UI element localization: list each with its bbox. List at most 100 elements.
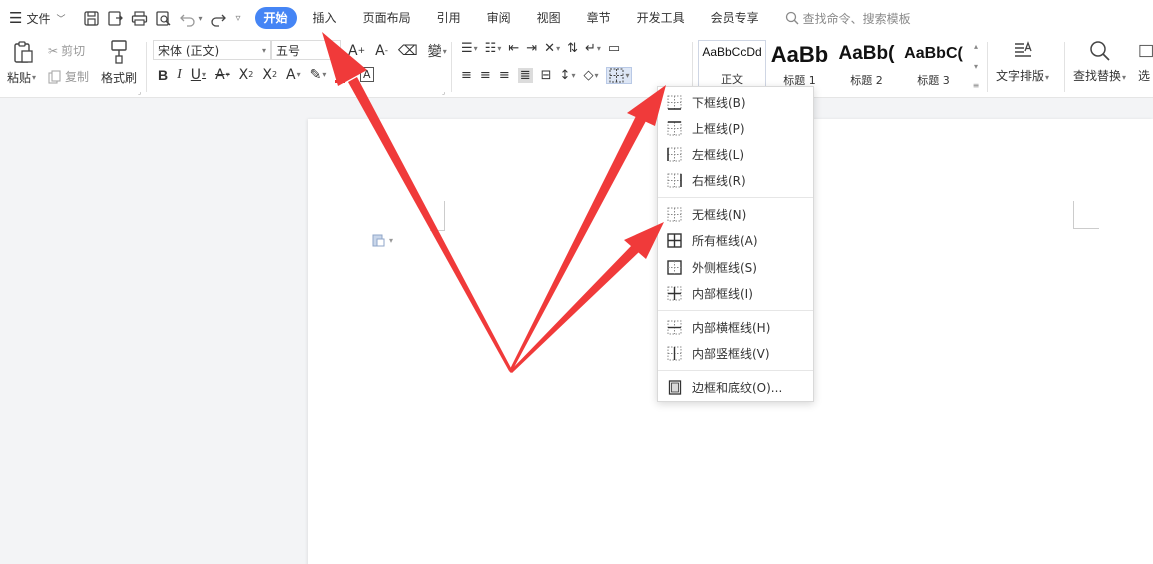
scroll-up-icon[interactable]: ▴: [974, 42, 978, 51]
menu-item-left-border[interactable]: 左框线(L): [658, 141, 813, 167]
format-painter-button[interactable]: 格式刷: [101, 69, 137, 86]
find-replace-button[interactable]: 查找替换▾: [1073, 39, 1126, 84]
divider: [692, 42, 693, 92]
scroll-down-icon[interactable]: ▾: [974, 62, 978, 71]
menu-item-label: 内部框线(I): [692, 287, 753, 301]
print-icon[interactable]: [131, 10, 148, 27]
paste-options-button[interactable]: ▾: [371, 233, 393, 247]
table-tools-icon[interactable]: ▭: [608, 41, 620, 56]
font-name-select[interactable]: 宋体 (正文) ▾: [153, 40, 271, 60]
customize-toolbar-icon[interactable]: ▿: [236, 13, 241, 24]
style-normal[interactable]: AaBbCcDd 正文: [698, 40, 766, 90]
chinese-layout-icon[interactable]: ✕ ▾: [544, 41, 560, 56]
tab-insert[interactable]: 插入: [303, 7, 347, 29]
align-right-icon[interactable]: ≡: [499, 68, 510, 83]
group-corner-icon[interactable]: ⌟: [442, 88, 445, 96]
italic-icon[interactable]: I: [177, 67, 182, 83]
tab-review[interactable]: 审阅: [477, 7, 521, 29]
font-size-select[interactable]: 五号 ▾: [271, 40, 341, 60]
text-effect-icon[interactable]: A ▾: [286, 67, 301, 83]
divider: [451, 42, 452, 92]
phonetic-guide-icon[interactable]: 變 ▾: [428, 41, 447, 61]
line-spacing-icon[interactable]: ↕ ▾: [560, 68, 576, 83]
subscript-icon[interactable]: X2: [262, 67, 277, 83]
menu-item-inside-vertical-border[interactable]: 内部竖框线(V): [658, 340, 813, 366]
style-heading-1[interactable]: AaBb 标题 1: [766, 40, 833, 90]
font-name-value: 宋体 (正文): [158, 43, 220, 58]
tab-view[interactable]: 视图: [527, 7, 571, 29]
menu-item-inside-horizontal-border[interactable]: 内部横框线(H): [658, 314, 813, 340]
align-center-icon[interactable]: ≡: [480, 68, 491, 83]
decrease-indent-icon[interactable]: ⇤: [508, 41, 519, 56]
bullets-icon[interactable]: ☰ ▾: [461, 41, 478, 56]
font-color-dropdown-icon[interactable]: ▾: [347, 70, 351, 79]
highlight-icon[interactable]: ✎ ▾: [310, 67, 327, 83]
cut-button[interactable]: ✂ 剪切: [48, 42, 85, 59]
menu-item-outside-borders[interactable]: 外侧框线(S): [658, 254, 813, 280]
tab-references[interactable]: 引用: [427, 7, 471, 29]
tab-page-layout[interactable]: 页面布局: [353, 7, 421, 29]
format-painter-icon[interactable]: [108, 39, 130, 65]
underline-icon[interactable]: U ▾: [191, 67, 206, 83]
print-preview-icon[interactable]: [155, 10, 172, 27]
copy-button[interactable]: 复制: [48, 68, 89, 85]
numbering-icon[interactable]: ☷ ▾: [485, 41, 502, 56]
redo-icon[interactable]: [210, 10, 227, 27]
undo-icon[interactable]: [179, 10, 196, 27]
alignment-row: ≡ ≡ ≡ ≣ ⊟ ↕ ▾ ◇ ▾ ▾: [461, 67, 633, 84]
show-marks-icon[interactable]: ↵ ▾: [585, 41, 601, 56]
save-icon[interactable]: [83, 10, 100, 27]
borders-button[interactable]: ▾: [606, 67, 633, 84]
cut-label: 剪切: [61, 44, 86, 58]
increase-indent-icon[interactable]: ⇥: [526, 41, 537, 56]
decrease-font-size-icon[interactable]: A-: [375, 43, 388, 59]
tab-sections[interactable]: 章节: [577, 7, 621, 29]
chevron-down-icon: ▾: [389, 235, 394, 245]
ribbon-home: 粘贴 ▾ ✂ 剪切 复制 格式刷 ⌟ 宋体 (正文) ▾ 五号 ▾ A + A- ⌫…: [0, 36, 1153, 98]
bold-icon[interactable]: B: [158, 67, 168, 83]
tab-home[interactable]: 开始: [254, 7, 297, 29]
align-left-icon[interactable]: ≡: [461, 68, 472, 83]
menu-item-label: 下框线(B): [692, 96, 746, 110]
paste-icon[interactable]: [11, 40, 35, 64]
tab-developer[interactable]: 开发工具: [627, 7, 695, 29]
menu-item-no-border[interactable]: 无框线(N): [658, 201, 813, 227]
superscript-icon[interactable]: X2: [239, 67, 254, 83]
character-border-icon[interactable]: A: [359, 67, 374, 82]
font-size-value: 五号: [276, 43, 301, 58]
distributed-icon[interactable]: ⊟: [541, 68, 552, 83]
file-menu[interactable]: ☰ 文件 ﹀: [9, 10, 65, 27]
shading-icon[interactable]: ◇ ▾: [583, 68, 598, 83]
menu-item-top-border[interactable]: 上框线(P): [658, 115, 813, 141]
increase-font-size-icon[interactable]: A +: [348, 43, 365, 59]
expand-gallery-icon[interactable]: ≡: [973, 81, 980, 90]
style-heading-3[interactable]: AaBbC( 标题 3: [900, 40, 967, 90]
strikethrough-icon[interactable]: A ▾: [215, 67, 230, 83]
select-button[interactable]: 选: [1138, 39, 1153, 84]
justify-icon[interactable]: ≣: [517, 68, 533, 83]
style-heading-2[interactable]: AaBb( 标题 2: [833, 40, 900, 90]
styles-scroll[interactable]: ▴ ▾ ≡: [970, 42, 982, 90]
menu-item-label: 所有框线(A): [692, 234, 758, 248]
sort-icon[interactable]: ⇅: [567, 41, 578, 56]
command-search[interactable]: 查找命令、搜索模板: [785, 10, 911, 27]
font-color-icon[interactable]: A: [335, 66, 345, 83]
undo-dropdown-icon[interactable]: ▾: [198, 14, 202, 23]
menu-item-all-borders[interactable]: 所有框线(A): [658, 227, 813, 253]
text-layout-icon: [1014, 41, 1032, 57]
export-pdf-icon[interactable]: [107, 10, 124, 27]
paste-button[interactable]: 粘贴 ▾: [7, 69, 36, 86]
tab-member[interactable]: 会员专享: [701, 7, 769, 29]
borders-icon: [609, 68, 624, 83]
group-corner-icon[interactable]: ⌟: [138, 88, 141, 96]
select-icon: [1139, 44, 1153, 58]
menu-item-bottom-border[interactable]: 下框线(B): [658, 89, 813, 115]
text-layout-button[interactable]: 文字排版▾: [996, 39, 1049, 84]
clear-formatting-icon[interactable]: ⌫: [398, 43, 418, 59]
borders-and-shading-icon: [668, 380, 682, 395]
copy-icon: [48, 69, 62, 84]
menu-item-right-border[interactable]: 右框线(R): [658, 167, 813, 193]
menu-item-inside-borders[interactable]: 内部框线(I): [658, 280, 813, 306]
scissors-icon: ✂: [48, 43, 59, 58]
menu-item-borders-and-shading[interactable]: 边框和底纹(O)...: [658, 374, 813, 400]
